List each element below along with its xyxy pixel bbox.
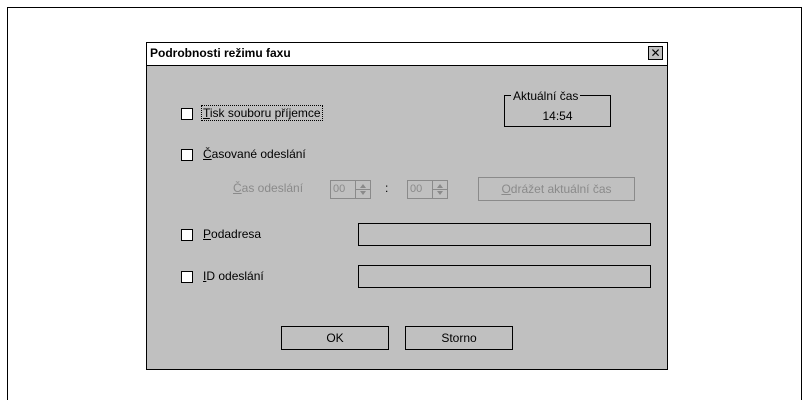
accelerator-key: T bbox=[203, 106, 210, 120]
timed-send-checkbox[interactable] bbox=[181, 149, 193, 161]
label-text: asované odeslání bbox=[211, 147, 306, 161]
minutes-spin-button[interactable] bbox=[432, 180, 448, 199]
close-button[interactable]: ✕ bbox=[648, 46, 663, 60]
accelerator-key: O bbox=[501, 182, 511, 196]
arrow-up-icon bbox=[360, 184, 366, 188]
ok-button[interactable]: OK bbox=[281, 326, 389, 350]
arrow-down-icon bbox=[360, 191, 366, 195]
send-hours-field[interactable]: 00 bbox=[330, 180, 356, 199]
time-separator: : bbox=[385, 181, 389, 195]
accelerator-key: Č bbox=[233, 181, 242, 195]
send-id-checkbox[interactable] bbox=[181, 271, 193, 283]
arrow-up-icon bbox=[437, 184, 443, 188]
send-minutes-field[interactable]: 00 bbox=[407, 180, 433, 199]
subaddress-label[interactable]: Podadresa bbox=[203, 227, 261, 241]
send-id-input[interactable] bbox=[358, 265, 651, 288]
print-receiver-file-checkbox[interactable] bbox=[181, 108, 193, 120]
close-icon: ✕ bbox=[650, 46, 661, 60]
accelerator-key: P bbox=[203, 227, 212, 241]
label-text: D odeslání bbox=[206, 269, 264, 283]
subaddress-checkbox[interactable] bbox=[181, 229, 193, 241]
send-time-label: Čas odeslání bbox=[233, 181, 303, 195]
label-text: odadresa bbox=[211, 227, 262, 241]
timed-send-label[interactable]: Časované odeslání bbox=[203, 147, 306, 161]
subaddress-input[interactable] bbox=[358, 223, 651, 246]
send-id-label[interactable]: ID odeslání bbox=[203, 269, 264, 283]
current-time-caption: Aktuální čas bbox=[511, 89, 581, 103]
dialog-title: Podrobnosti režimu faxu bbox=[150, 46, 291, 60]
fax-mode-details-dialog: Podrobnosti režimu faxu ✕ Tisk souboru p… bbox=[146, 42, 668, 370]
label-text: isk souboru příjemce bbox=[209, 106, 321, 120]
dialog-titlebar: Podrobnosti režimu faxu ✕ bbox=[147, 43, 667, 66]
accelerator-key: Č bbox=[203, 147, 212, 161]
divider bbox=[356, 189, 370, 190]
arrow-down-icon bbox=[437, 191, 443, 195]
divider bbox=[433, 189, 447, 190]
label-text: as odeslání bbox=[241, 181, 304, 195]
focus-rectangle: Tisk souboru příjemce bbox=[201, 105, 323, 121]
reflect-current-time-button[interactable]: Odrážet aktuální čas bbox=[478, 177, 635, 201]
current-time-value: 14:54 bbox=[542, 109, 573, 123]
hours-spin-button[interactable] bbox=[355, 180, 371, 199]
print-receiver-file-label[interactable]: Tisk souboru příjemce bbox=[201, 105, 323, 121]
button-label: drážet aktuální čas bbox=[510, 182, 612, 196]
cancel-button[interactable]: Storno bbox=[405, 326, 513, 350]
